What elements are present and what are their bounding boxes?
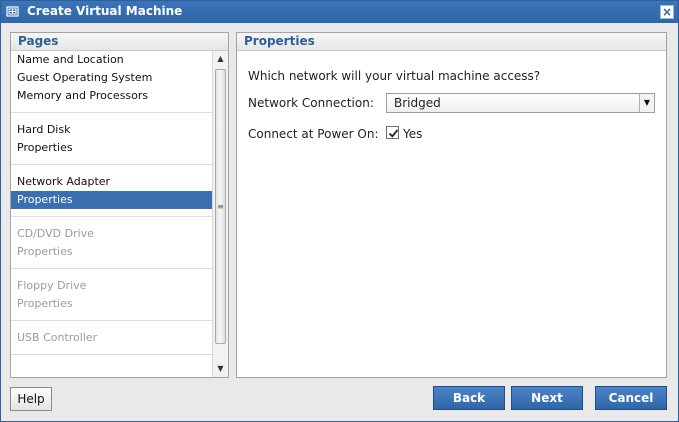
page-group: CD/DVD Drive Properties [11, 217, 213, 269]
properties-panel: Properties Which network will your virtu… [236, 32, 667, 378]
page-item: USB Controller [17, 331, 98, 344]
page-item: Floppy Drive [17, 279, 87, 292]
page-group: Name and Location Guest Operating System M… [11, 51, 213, 113]
network-connection-value: Bridged [394, 96, 441, 110]
page-item[interactable]: Hard Disk [11, 121, 213, 139]
page-item: Properties [17, 245, 73, 258]
properties-header: Properties [237, 33, 666, 51]
next-button[interactable]: Next [511, 386, 583, 410]
cancel-button[interactable]: Cancel [595, 386, 667, 410]
virtual-machine-icon [6, 5, 20, 19]
chevron-up-icon[interactable]: ▲ [213, 51, 228, 67]
page-item[interactable]: Network Adapter [11, 173, 213, 191]
pages-list: Name and Location Guest Operating System M… [11, 51, 213, 377]
chevron-down-icon[interactable]: ▼ [213, 361, 228, 377]
connect-power-label: Connect at Power On: [248, 127, 379, 141]
page-item[interactable]: Guest Operating System [11, 69, 213, 87]
back-button[interactable]: Back [433, 386, 505, 410]
connect-power-checkbox[interactable] [386, 126, 399, 139]
connect-power-checkbox-label[interactable]: Yes [403, 127, 422, 141]
page-item[interactable]: Memory and Processors [11, 87, 213, 105]
page-item[interactable]: Properties [11, 139, 213, 157]
network-connection-select[interactable]: Bridged ▼ [386, 93, 655, 113]
page-item: Properties [17, 297, 73, 310]
title-bar[interactable]: Create Virtual Machine × [1, 1, 678, 23]
window-title: Create Virtual Machine [27, 4, 183, 18]
pages-panel: Pages Name and Location Guest Operating S… [10, 32, 229, 378]
close-icon: × [661, 5, 673, 19]
chevron-down-icon[interactable]: ▼ [639, 94, 654, 112]
scrollbar-thumb[interactable]: ≡ [215, 69, 226, 344]
network-connection-label: Network Connection: [248, 96, 374, 110]
page-item[interactable]: Name and Location [11, 51, 213, 69]
page-group: Network Adapter Properties [11, 165, 213, 217]
page-group: USB Controller [11, 321, 213, 355]
network-question: Which network will your virtual machine … [248, 69, 541, 83]
pages-header: Pages [11, 33, 228, 51]
page-item[interactable]: Properties [11, 191, 213, 209]
close-button[interactable]: × [660, 5, 674, 19]
page-group: Floppy Drive Properties [11, 269, 213, 321]
checkmark-icon [388, 129, 399, 138]
page-group: Hard Disk Properties [11, 113, 213, 165]
grip-icon: ≡ [217, 202, 224, 211]
create-vm-dialog: Create Virtual Machine × Pages Name and … [0, 0, 679, 422]
help-button[interactable]: Help [10, 387, 52, 411]
page-item: CD/DVD Drive [17, 227, 94, 240]
pages-scrollbar[interactable]: ▲ ≡ ▼ [212, 51, 228, 377]
